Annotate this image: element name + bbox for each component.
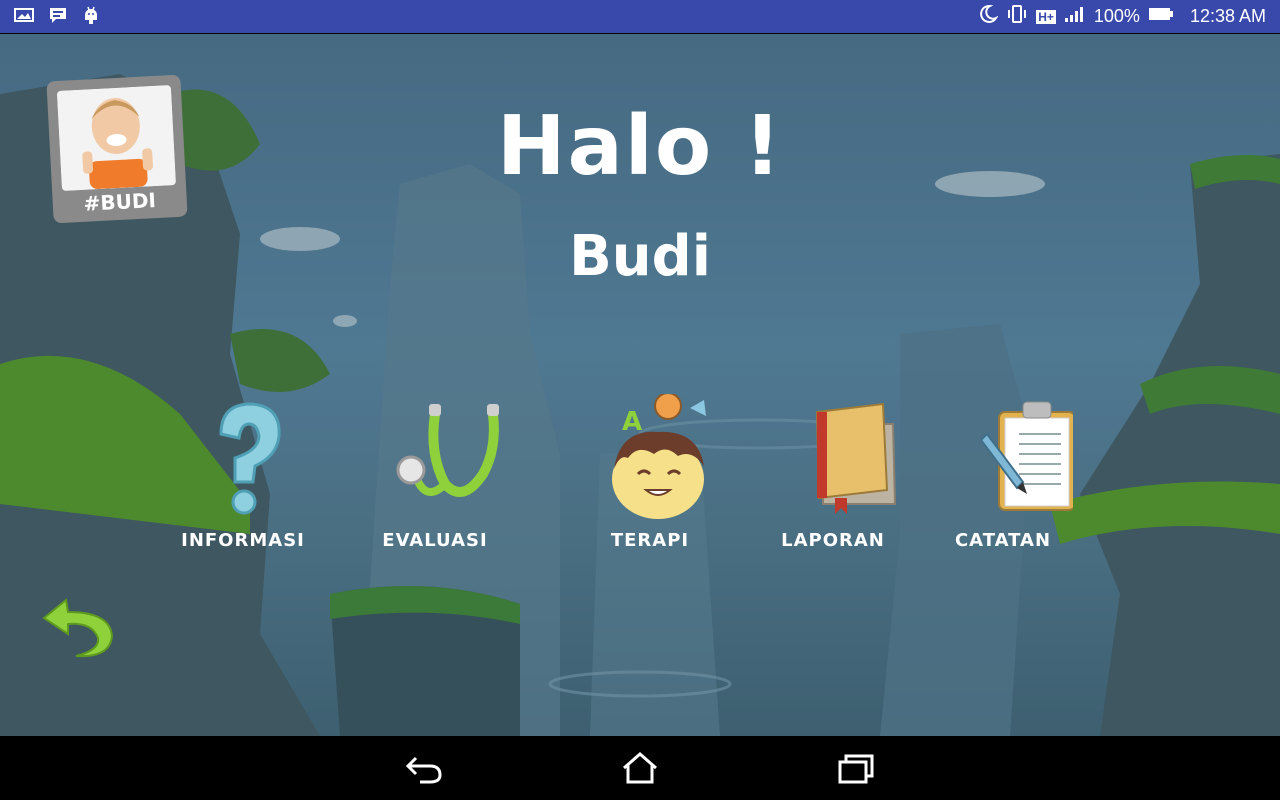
battery-icon <box>1148 6 1174 27</box>
android-debug-icon <box>82 5 100 29</box>
menu-laporan-button[interactable]: LAPORAN <box>753 394 913 559</box>
clipboard-icon <box>979 401 1073 511</box>
system-recents-button[interactable] <box>834 748 878 788</box>
gallery-notification-icon <box>14 7 34 27</box>
menu-evaluasi-button[interactable]: EVALUASI <box>355 394 515 559</box>
child-head-icon: A <box>612 394 706 519</box>
menu-catatan-label: CATATAN <box>954 530 1052 551</box>
menu-evaluasi-label: EVALUASI <box>382 530 488 551</box>
system-back-icon <box>405 756 442 784</box>
menu-informasi-button[interactable]: INFORMASI <box>163 394 323 559</box>
profile-card[interactable]: #BUDI <box>46 74 188 224</box>
back-arrow-icon <box>42 598 114 658</box>
do-not-disturb-moon-icon <box>978 4 999 29</box>
signal-strength-icon <box>1064 5 1086 28</box>
system-navigation-bar <box>0 736 1280 800</box>
greeting-title: Halo ! <box>496 99 784 194</box>
system-home-button[interactable] <box>618 748 662 788</box>
profile-tag: #BUDI <box>83 188 157 216</box>
stethoscope-icon <box>396 404 499 497</box>
user-name: Budi <box>569 224 711 289</box>
svg-text:A: A <box>622 407 642 437</box>
back-button[interactable] <box>40 594 116 660</box>
message-notification-icon <box>48 6 68 28</box>
question-mark-icon <box>219 402 281 515</box>
app-main-screen: Halo ! Budi #BUDI INFORMASI EVALUASI A T… <box>0 34 1280 736</box>
menu-terapi-button[interactable]: A TERAPI <box>570 394 730 559</box>
menu-informasi-label: INFORMASI <box>181 530 305 551</box>
clock: 12:38 AM <box>1189 6 1266 26</box>
menu-laporan-label: LAPORAN <box>781 530 885 551</box>
recent-apps-icon <box>838 754 874 784</box>
menu-terapi-label: TERAPI <box>610 530 690 551</box>
menu-catatan-button[interactable]: CATATAN <box>923 394 1083 559</box>
avatar <box>56 85 176 191</box>
system-back-button[interactable] <box>402 748 446 788</box>
status-bar: H+ 100% 12:38 AM <box>0 0 1280 33</box>
battery-percent: 100% <box>1093 6 1140 26</box>
book-icon <box>815 402 897 514</box>
home-icon <box>623 752 657 784</box>
vibrate-icon <box>1006 4 1028 29</box>
network-type-icon: H+ <box>1036 9 1056 24</box>
